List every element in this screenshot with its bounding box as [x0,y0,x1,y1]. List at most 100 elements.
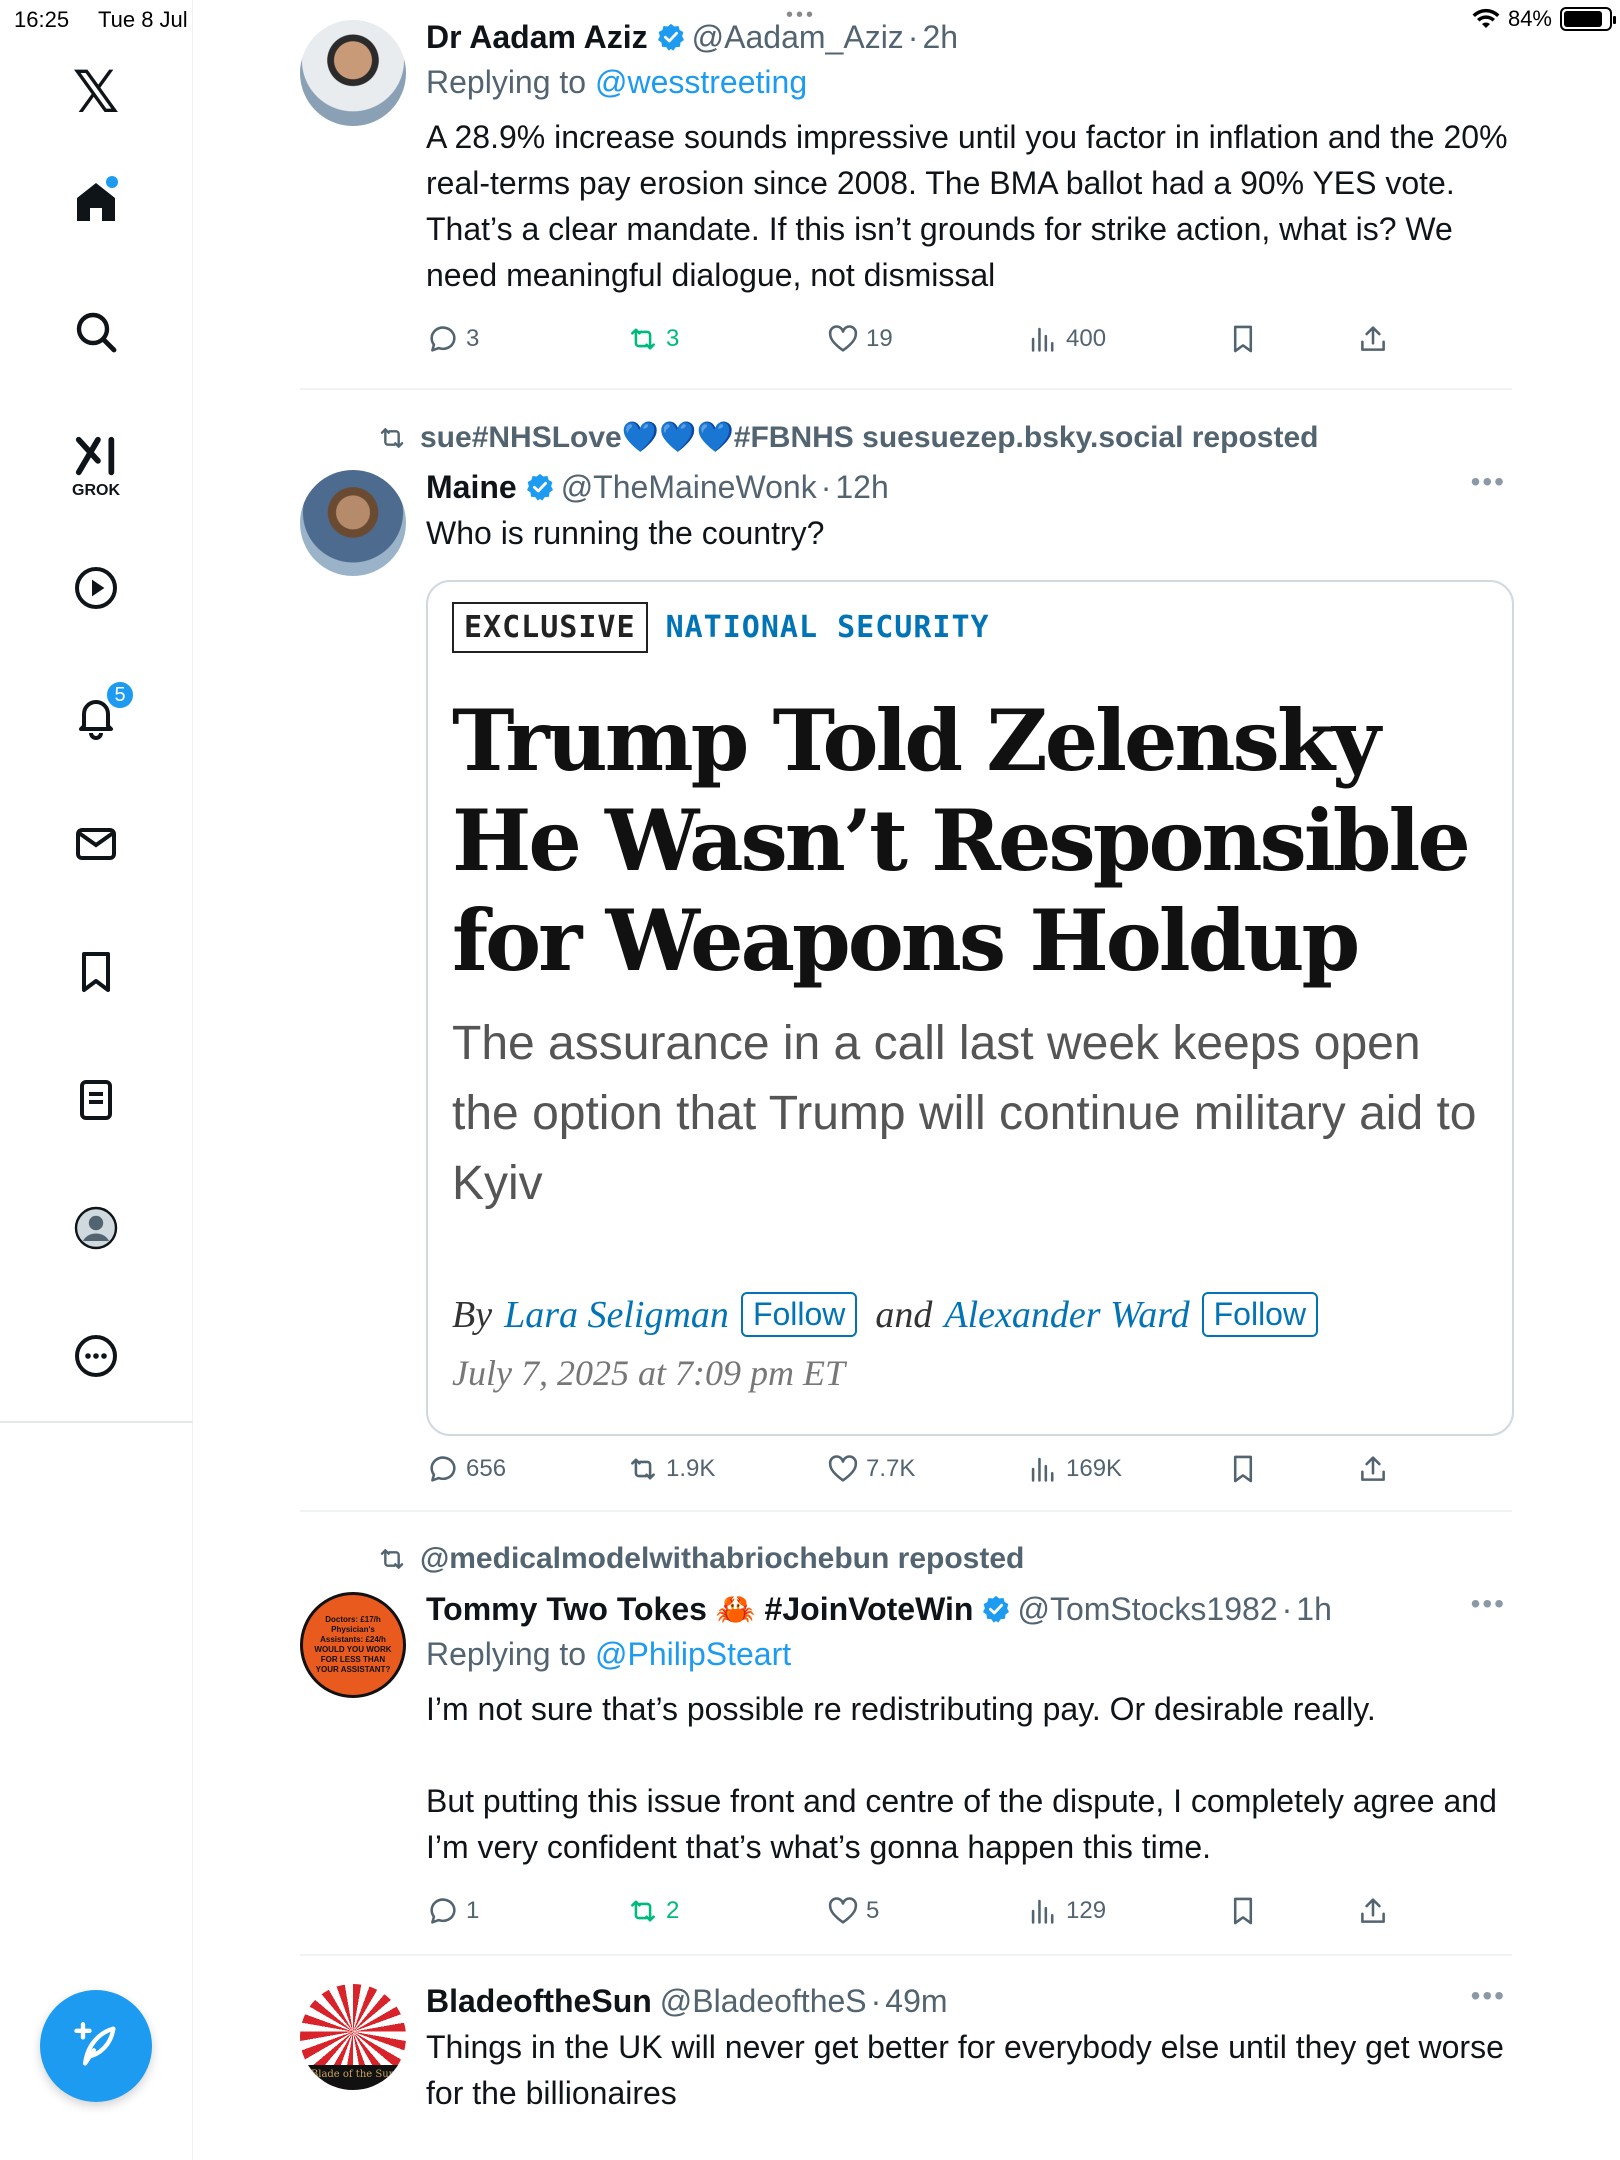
avatar[interactable] [300,470,406,576]
search-icon[interactable] [56,292,136,372]
byline-by: By [452,1293,493,1336]
bookmark-outline-icon [1233,1897,1253,1925]
timestamp[interactable]: 1h [1296,1591,1332,1628]
avatar[interactable]: Blade of the Sun [300,1984,406,2090]
home-unread-dot [106,176,118,188]
author-link: Alexander Ward [944,1293,1190,1336]
display-name[interactable]: Maine [426,469,517,506]
replying-prefix: Replying to [426,64,587,100]
repost-small-icon [380,1549,404,1569]
tweet-header: Tommy Two Tokes 🦀 #JoinVoteWin @TomStock… [426,1588,1506,1628]
reply-button[interactable]: 656 [426,1452,506,1486]
views-button[interactable]: 169K [1026,1452,1122,1486]
article-card[interactable]: EXCLUSIVE NATIONAL SECURITY Trump Told Z… [426,580,1514,1436]
follow-author-badge: Follow [740,1292,858,1337]
repost-button[interactable]: 2 [626,1894,679,1928]
tweet-text: A 28.9% increase sounds impressive until… [426,119,1508,293]
avatar-text: Blade of the Sun [300,2065,406,2090]
handle[interactable]: @Aadam_Aziz [692,19,904,56]
byline-and: and [875,1293,933,1336]
share-button[interactable] [1356,1452,1390,1486]
more-options-icon[interactable]: ••• [1471,466,1506,498]
heart-icon [828,1897,858,1924]
section-tag: NATIONAL SECURITY [665,610,990,645]
grok-icon[interactable]: GROK [56,422,136,512]
bookmark-button[interactable] [1226,1894,1260,1928]
avatar[interactable]: Doctors: £17/h Physician's Assistants: £… [300,1592,406,1698]
reply-icon [430,1898,456,1924]
tweet-text: Who is running the country? [426,515,825,551]
repost-button[interactable]: 1.9K [626,1452,715,1486]
bookmark-button[interactable] [1226,1452,1260,1486]
display-name[interactable]: Tommy Two Tokes 🦀 #JoinVoteWin [426,1590,973,1628]
tweet-actions: 656 1.9K 7.7K 169K [426,1452,1426,1496]
reply-button[interactable]: 3 [426,322,479,356]
article-byline: By Lara Seligman Follow and Alexander Wa… [452,1292,1319,1337]
reply-button[interactable]: 1 [426,1894,479,1928]
replying-prefix: Replying to [426,1636,587,1672]
repost-icon [631,1458,655,1480]
bookmark-icon[interactable] [56,932,136,1012]
display-name[interactable]: Dr Aadam Aziz [426,19,648,56]
like-button[interactable]: 19 [826,322,893,356]
avatar[interactable] [300,20,406,126]
compose-post-button[interactable] [40,1990,152,2102]
heart-icon [828,325,858,352]
repost-button[interactable]: 3 [626,322,679,356]
tweet-actions: 3 3 19 400 [426,322,1426,366]
battery-icon [1560,7,1616,31]
tweet-divider [300,1510,1512,1512]
home-icon[interactable] [56,162,136,242]
replying-to-link[interactable]: @PhilipSteart [595,1636,791,1672]
reply-count: 1 [466,1897,480,1924]
avatar-text: Doctors: £17/h Physician's Assistants: £… [314,1615,392,1674]
bell-icon[interactable]: 5 [56,676,136,756]
views-button[interactable]: 400 [1026,322,1106,356]
lists-icon[interactable] [56,1060,136,1140]
heart-icon [828,1455,858,1482]
bookmark-button[interactable] [1226,322,1260,356]
reply-count: 3 [466,325,480,352]
tweet-actions: 1 2 5 129 [426,1894,1426,1938]
tweet-header: BladeoftheSun @BladeoftheS · 49m ••• [426,1980,1506,2020]
tweet-tommy-two-tokes[interactable]: Doctors: £17/h Physician's Assistants: £… [300,1588,1512,1948]
like-button[interactable]: 5 [826,1894,879,1928]
article-dateline: July 7, 2025 at 7:09 pm ET [452,1353,845,1393]
tweet-text: Things in the UK will never get better f… [426,2029,1504,2111]
video-icon[interactable] [56,548,136,628]
profile-icon[interactable] [56,1188,136,1268]
reply-count: 656 [466,1455,507,1482]
timestamp[interactable]: 2h [922,19,958,56]
display-name[interactable]: BladeoftheSun [426,1983,652,2020]
handle[interactable]: @TomStocks1982 [1017,1591,1277,1628]
view-count: 400 [1066,325,1107,352]
more-icon[interactable] [56,1316,136,1396]
repost-context[interactable]: @medicalmodelwithabriochebun reposted [376,1542,1024,1576]
reply-icon [430,326,456,352]
tweet-aadam-aziz[interactable]: Dr Aadam Aziz @Aadam_Aziz · 2h Replying … [300,16,1512,396]
share-button[interactable] [1356,1894,1390,1928]
more-options-icon[interactable]: ••• [1471,1980,1506,2012]
more-options-icon[interactable]: ••• [1471,1588,1506,1620]
repost-context[interactable]: sue#NHSLove💙💙💙#FBNHS suesuezep.bsky.soci… [376,420,1318,455]
view-count: 129 [1066,1897,1107,1924]
replying-to-link[interactable]: @wesstreeting [595,64,807,100]
timestamp[interactable]: 12h [835,469,888,506]
x-logo[interactable]: 𝕏 [56,52,136,132]
share-icon [1361,1456,1385,1481]
views-button[interactable]: 129 [1026,1894,1106,1928]
share-button[interactable] [1356,322,1390,356]
tweet-maine[interactable]: Maine @TheMaineWonk · 12h ••• Who is run… [300,466,1514,1506]
handle[interactable]: @TheMaineWonk [561,469,817,506]
battery-percent: 84% [1507,6,1552,31]
tweet-divider [300,388,1512,390]
article-tags: EXCLUSIVE NATIONAL SECURITY [452,602,1488,653]
like-button[interactable]: 7.7K [826,1452,915,1486]
timestamp[interactable]: 49m [885,1983,947,2020]
mail-icon[interactable] [56,804,136,884]
handle[interactable]: @BladeoftheS [660,1983,867,2020]
tweet-bladeofthesun[interactable]: Blade of the Sun BladeoftheSun @Bladeoft… [300,1980,1512,2160]
bookmark-outline-icon [1233,1455,1253,1483]
notification-badge: 5 [105,680,135,710]
follow-author-badge: Follow [1201,1292,1319,1337]
